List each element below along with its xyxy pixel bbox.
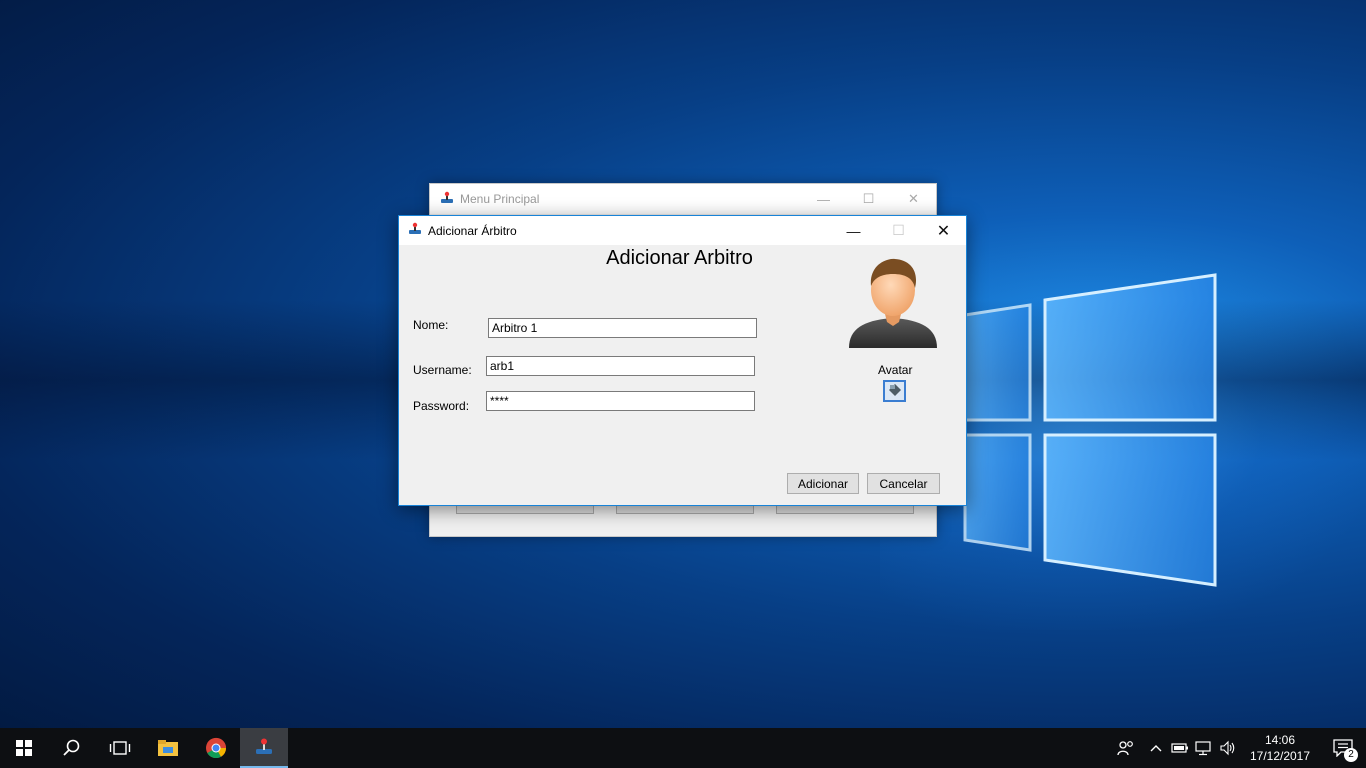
java-app-icon xyxy=(408,222,422,239)
taskbar: 14:06 17/12/2017 2 xyxy=(0,728,1366,768)
volume-icon[interactable] xyxy=(1216,728,1240,768)
minimize-icon[interactable]: — xyxy=(831,216,876,245)
menu-principal-titlebar[interactable]: Menu Principal — ☐ ✕ xyxy=(430,184,936,214)
task-view-icon[interactable] xyxy=(96,728,144,768)
maximize-icon[interactable]: ☐ xyxy=(846,184,891,214)
username-label: Username: xyxy=(413,363,472,377)
cancelar-button[interactable]: Cancelar xyxy=(867,473,940,494)
clock[interactable]: 14:06 17/12/2017 xyxy=(1244,732,1316,764)
search-icon[interactable] xyxy=(48,728,96,768)
close-icon[interactable]: ✕ xyxy=(921,216,966,245)
adicionar-button[interactable]: Adicionar xyxy=(787,473,859,494)
avatar-picker-button[interactable] xyxy=(883,380,906,402)
java-app-icon xyxy=(440,191,454,208)
username-field[interactable]: arb1 xyxy=(486,356,755,376)
clock-time: 14:06 xyxy=(1264,733,1296,747)
network-icon[interactable] xyxy=(1192,728,1216,768)
windows-logo-wallpaper xyxy=(960,270,1220,590)
avatar-label: Avatar xyxy=(878,363,913,377)
dialog-title: Adicionar Árbitro xyxy=(428,223,517,238)
action-center-button[interactable]: 2 xyxy=(1320,728,1366,768)
password-label: Password: xyxy=(413,399,470,413)
clock-date: 17/12/2017 xyxy=(1249,749,1311,763)
battery-icon[interactable] xyxy=(1168,728,1192,768)
adicionar-arbitro-dialog[interactable]: Adicionar Árbitro — ☐ ✕ Adicionar Arbitr… xyxy=(398,215,967,506)
system-tray: 14:06 17/12/2017 2 xyxy=(1114,728,1366,768)
nome-field[interactable]: Arbitro 1 xyxy=(488,318,757,338)
start-icon[interactable] xyxy=(0,728,48,768)
maximize-icon: ☐ xyxy=(892,222,905,238)
dialog-titlebar[interactable]: Adicionar Árbitro — ☐ ✕ xyxy=(399,216,966,245)
chevron-up-icon[interactable] xyxy=(1144,728,1168,768)
minimize-icon[interactable]: — xyxy=(801,184,846,214)
close-icon[interactable]: ✕ xyxy=(891,184,936,214)
file-explorer-icon[interactable] xyxy=(144,728,192,768)
nome-label: Nome: xyxy=(413,318,449,332)
chrome-icon[interactable] xyxy=(192,728,240,768)
avatar xyxy=(845,256,941,352)
password-field[interactable]: **** xyxy=(486,391,755,411)
notification-count-badge: 2 xyxy=(1344,748,1358,762)
java-app-icon[interactable] xyxy=(240,728,288,768)
image-icon xyxy=(888,383,902,400)
people-icon[interactable] xyxy=(1114,728,1138,768)
menu-principal-title: Menu Principal xyxy=(460,192,540,206)
